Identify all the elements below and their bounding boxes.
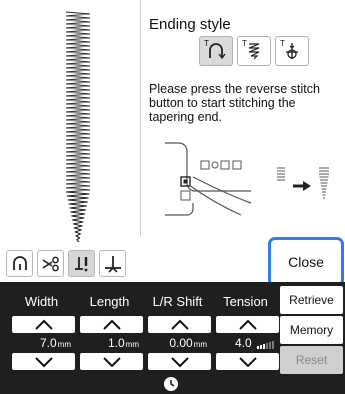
ending-style-reverse-button[interactable]: T <box>199 36 233 66</box>
settings-panel: Width 7.0mm Length 1.0mm L/R Shift 0.00m… <box>0 282 345 394</box>
needle-stop-icon <box>74 256 87 271</box>
chevron-down-icon <box>170 356 189 367</box>
lr-shift-increase-button[interactable] <box>148 316 211 333</box>
lr-shift-dial: L/R Shift 0.00mm <box>144 282 211 375</box>
tension-value: 4.0 <box>234 336 252 350</box>
width-value: 7.0 <box>39 336 57 350</box>
chevron-up-icon <box>170 319 189 330</box>
lr-shift-value: 0.00 <box>169 336 193 350</box>
style-prefix: T <box>242 39 247 48</box>
stitch-preview-pane <box>0 0 140 280</box>
clock-icon[interactable] <box>164 377 178 391</box>
retrieve-button[interactable]: Retrieve <box>280 286 343 314</box>
tension-value-display: 4.0 <box>216 335 279 352</box>
needle-stop-button[interactable] <box>68 250 95 277</box>
thread-cutter-button[interactable] <box>37 250 64 277</box>
reverse-tack-icon <box>209 43 226 60</box>
length-increase-button[interactable] <box>80 316 143 333</box>
presser-foot-icon <box>12 255 27 270</box>
side-toolbar <box>6 250 126 277</box>
tension-decrease-button[interactable] <box>216 353 279 370</box>
length-decrease-button[interactable] <box>80 353 143 370</box>
style-prefix: T <box>280 39 285 48</box>
ending-style-zigzag-button[interactable]: T <box>237 36 271 66</box>
length-dial: Length 1.0mm <box>76 282 143 375</box>
lr-shift-label: L/R Shift <box>152 294 203 309</box>
chevron-up-icon <box>102 319 121 330</box>
chevron-down-icon <box>34 356 53 367</box>
presser-foot-button[interactable] <box>6 250 33 277</box>
tension-level-icon <box>257 340 274 349</box>
close-button[interactable]: Close <box>268 237 344 287</box>
chevron-down-icon <box>102 356 121 367</box>
width-decrease-button[interactable] <box>12 353 75 370</box>
length-unit: mm <box>125 340 139 349</box>
reset-button[interactable]: Reset <box>280 346 343 374</box>
tension-dial: Tension 4.0 <box>212 282 279 375</box>
length-value: 1.0 <box>107 336 125 350</box>
instruction-text: Please press the reverse stitch button t… <box>149 82 320 124</box>
tie-off-icon <box>286 43 298 59</box>
chevron-up-icon <box>34 319 53 330</box>
width-value-display: 7.0mm <box>12 335 75 352</box>
pivot-button[interactable] <box>99 250 126 277</box>
memory-button[interactable]: Memory <box>280 316 343 344</box>
scissors-icon <box>42 256 59 271</box>
reverse-button-illustration-icon <box>165 142 329 216</box>
ending-style-tieoff-button[interactable]: T <box>275 36 309 66</box>
lr-shift-value-display: 0.00mm <box>148 335 211 352</box>
chevron-up-icon <box>238 319 257 330</box>
lr-shift-decrease-button[interactable] <box>148 353 211 370</box>
width-dial: Width 7.0mm <box>8 282 75 375</box>
pivot-icon <box>104 255 121 273</box>
length-label: Length <box>89 294 130 309</box>
tension-increase-button[interactable] <box>216 316 279 333</box>
zigzag-taper-icon <box>248 43 260 60</box>
width-increase-button[interactable] <box>12 316 75 333</box>
width-label: Width <box>24 294 59 309</box>
width-unit: mm <box>57 340 71 349</box>
lr-shift-unit: mm <box>193 340 207 349</box>
stitch-preview-icon <box>65 11 91 242</box>
chevron-down-icon <box>238 356 257 367</box>
ending-style-title: Ending style <box>149 16 231 33</box>
tension-label: Tension <box>223 294 268 309</box>
ending-style-buttons: T T T <box>199 36 309 66</box>
style-prefix: T <box>204 39 209 48</box>
length-value-display: 1.0mm <box>80 335 143 352</box>
